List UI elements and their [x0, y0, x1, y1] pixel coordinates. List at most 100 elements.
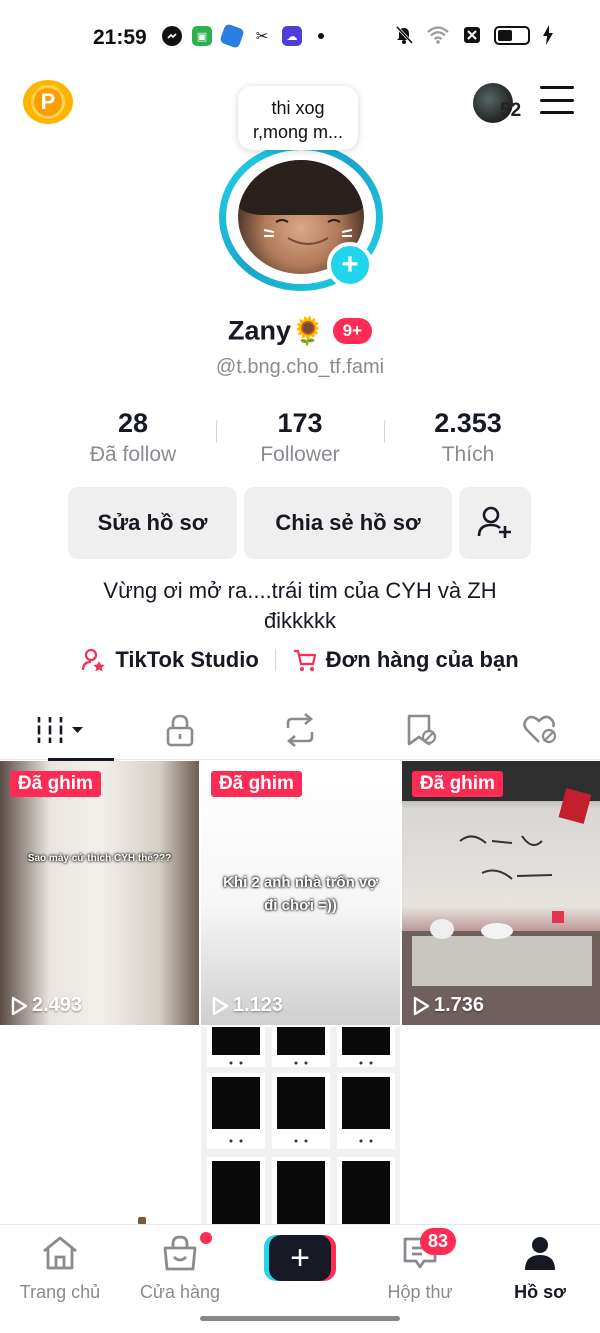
- battery-icon: [494, 25, 530, 45]
- more-notifications-dot: [318, 33, 324, 39]
- profile-icon: [525, 1237, 555, 1270]
- creator-star-icon: [82, 648, 105, 672]
- video-views-count: 1.736: [434, 994, 485, 1016]
- sunflower-icon: 🌻: [291, 315, 325, 346]
- add-user-icon: [477, 506, 511, 538]
- video-thumbnail[interactable]: Đã ghim 1.736: [402, 761, 600, 1025]
- profile-name-text: Zany: [227, 315, 291, 346]
- profile-badge[interactable]: 9+: [332, 317, 373, 344]
- tiktok-studio-link[interactable]: TikTok Studio: [81, 647, 259, 673]
- tab-videos[interactable]: [0, 700, 120, 761]
- repost-icon: [286, 713, 314, 747]
- video-thumbnail[interactable]: [0, 1027, 199, 1225]
- stat-likes-label: Thích: [441, 443, 495, 466]
- app-blue-icon: [219, 23, 245, 49]
- status-bar: 21:59 ▣ ✂ ☁: [0, 0, 600, 76]
- tab-favorites[interactable]: [360, 700, 480, 760]
- profile-handle: @t.bng.cho_tf.fami: [215, 356, 385, 378]
- room-photo: [402, 761, 600, 1025]
- capcut-icon: ✂: [252, 26, 272, 46]
- pinned-label: Đã ghim: [10, 771, 101, 797]
- mute-icon: [395, 25, 414, 45]
- video-thumbnail[interactable]: [201, 1027, 400, 1225]
- status-time: 21:59: [93, 26, 147, 49]
- stat-likes-value: 2.353: [434, 408, 502, 438]
- account-notification-count: 52: [500, 100, 522, 121]
- stat-following-label: Đã follow: [89, 443, 177, 466]
- nav-inbox-label: Hộp thư: [387, 1282, 453, 1302]
- play-icon: [11, 996, 28, 1015]
- nav-home[interactable]: Trang chủ: [0, 1235, 120, 1303]
- nav-home-label: Trang chủ: [19, 1282, 101, 1302]
- stat-likes[interactable]: 2.353 Thích: [383, 408, 553, 467]
- orders-label: Đơn hàng của bạn: [325, 647, 519, 672]
- nav-shop[interactable]: Cửa hàng: [120, 1235, 240, 1303]
- video-views-count: 1.123: [233, 994, 284, 1016]
- tab-liked[interactable]: [480, 700, 600, 760]
- wifi-icon: [427, 26, 449, 44]
- note-line-2: r,mong m...: [252, 122, 344, 142]
- play-icon: [212, 996, 229, 1015]
- create-video-button[interactable]: +: [264, 1235, 336, 1281]
- nav-profile[interactable]: Hồ sơ: [480, 1235, 600, 1303]
- heart-hidden-icon: [523, 715, 557, 744]
- stat-followers-label: Follower: [260, 443, 340, 466]
- coin-p-icon: P: [31, 85, 65, 119]
- add-story-button[interactable]: +: [327, 242, 373, 288]
- system-icons: [394, 25, 554, 45]
- stat-following[interactable]: 28 Đã follow: [48, 408, 218, 467]
- menu-icon[interactable]: [540, 86, 574, 114]
- tiktok-studio-label: TikTok Studio: [115, 647, 259, 672]
- notification-icons: ▣ ✂ ☁: [162, 23, 324, 49]
- stat-followers-value: 173: [277, 408, 323, 438]
- points-badge-button[interactable]: P: [23, 80, 73, 124]
- polaroid-grid-photo: [207, 1027, 395, 1225]
- bio-line-1: Vừng ơi mở ra....trái tim của CYH và ZH: [103, 578, 497, 603]
- grid-dropdown-icon: [36, 717, 83, 743]
- inbox-unread-badge: 83: [420, 1228, 457, 1255]
- add-friend-button[interactable]: [459, 487, 531, 559]
- pinned-label: Đã ghim: [412, 771, 503, 797]
- video-thumbnail[interactable]: [402, 1027, 600, 1225]
- home-indicator[interactable]: [200, 1316, 400, 1321]
- app-purple-icon: ☁: [282, 26, 302, 46]
- note-line-1: thi xog: [271, 98, 325, 118]
- video-caption: Sao mày cứ thích CYH thế???: [27, 853, 172, 864]
- lock-icon: [166, 714, 194, 747]
- bookmark-hidden-icon: [407, 714, 437, 746]
- profile-name: Zany🌻 9+: [0, 314, 600, 347]
- nav-profile-label: Hồ sơ: [514, 1282, 566, 1302]
- messenger-icon: [162, 26, 182, 46]
- charging-icon: [543, 25, 553, 45]
- edit-profile-button[interactable]: Sửa hồ sơ: [68, 487, 237, 559]
- video-views: 1.123: [211, 994, 283, 1017]
- pinned-label: Đã ghim: [211, 771, 302, 797]
- profile-links: TikTok Studio Đơn hàng của bạn: [0, 647, 600, 673]
- profile-bio: Vừng ơi mở ra....trái tim của CYH và ZH …: [0, 576, 600, 636]
- plus-icon: +: [269, 1235, 331, 1281]
- play-icon: [413, 996, 430, 1015]
- bio-line-2: đikkkkk: [263, 608, 337, 633]
- stat-followers[interactable]: 173 Follower: [215, 408, 385, 467]
- nav-shop-label: Cửa hàng: [139, 1282, 221, 1302]
- share-profile-button[interactable]: Chia sẻ hồ sơ: [244, 487, 452, 559]
- shop-notification-dot: [200, 1232, 212, 1244]
- stat-following-value: 28: [117, 408, 149, 438]
- video-caption: Khi 2 anh nhà trốn vợ đi chơi =)): [223, 874, 378, 914]
- video-thumbnail[interactable]: Khi 2 anh nhà trốn vợ đi chơi =)) Đã ghi…: [201, 761, 400, 1025]
- video-views-count: 2.493: [32, 994, 83, 1016]
- tab-reposts[interactable]: [240, 700, 360, 760]
- profile-tabs: [0, 700, 600, 761]
- home-icon: [43, 1236, 77, 1270]
- video-thumbnail[interactable]: Sao mày cứ thích CYH thế??? Đã ghim 2.49…: [0, 761, 199, 1025]
- tab-private[interactable]: [120, 700, 240, 760]
- app-green-icon: ▣: [192, 26, 212, 46]
- no-sim-icon: [464, 27, 480, 43]
- orders-link[interactable]: Đơn hàng của bạn: [292, 647, 519, 673]
- shopping-bag-icon: [163, 1235, 197, 1271]
- cart-icon: [293, 649, 316, 671]
- note-bubble[interactable]: thi xog r,mong m...: [238, 86, 358, 150]
- link-divider: [274, 649, 276, 671]
- video-views: 1.736: [412, 994, 484, 1017]
- video-views: 2.493: [10, 994, 82, 1017]
